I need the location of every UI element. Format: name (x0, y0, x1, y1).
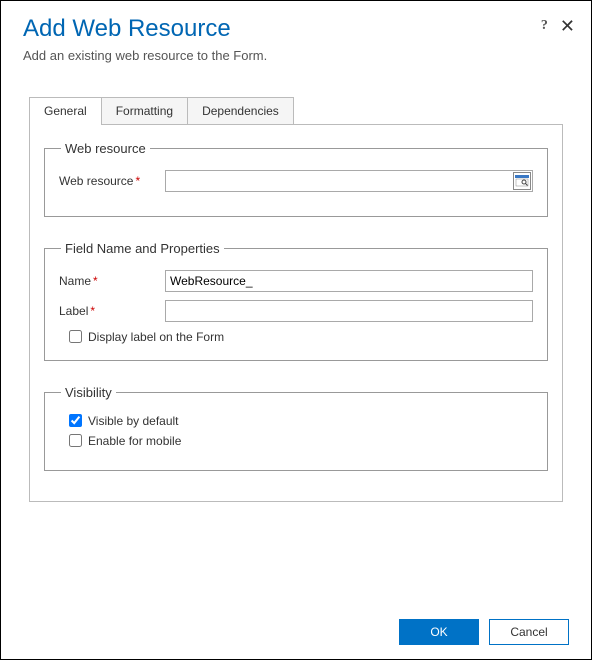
tab-panel-general: Web resource Web resource* (29, 125, 563, 502)
required-marker: * (90, 304, 95, 318)
dialog-subtitle: Add an existing web resource to the Form… (23, 48, 569, 63)
enable-mobile-text: Enable for mobile (88, 434, 181, 448)
section-web-resource: Web resource Web resource* (44, 141, 548, 217)
label-web-resource: Web resource* (59, 174, 159, 188)
enable-mobile-checkbox[interactable] (69, 434, 82, 447)
section-field-properties: Field Name and Properties Name* Label* D… (44, 241, 548, 361)
dialog-title: Add Web Resource (23, 15, 569, 44)
close-icon[interactable]: ✕ (560, 17, 575, 35)
display-label-checkbox[interactable] (69, 330, 82, 343)
required-marker: * (93, 274, 98, 288)
visible-default-checkbox[interactable] (69, 414, 82, 427)
help-icon[interactable]: ? (541, 18, 548, 34)
tab-dependencies[interactable]: Dependencies (187, 97, 294, 124)
lookup-icon[interactable] (513, 172, 531, 190)
ok-button[interactable]: OK (399, 619, 479, 645)
label-input[interactable] (165, 300, 533, 322)
tab-general[interactable]: General (29, 97, 102, 124)
legend-field-properties: Field Name and Properties (61, 241, 224, 256)
visible-default-text: Visible by default (88, 414, 179, 428)
tab-formatting[interactable]: Formatting (101, 97, 188, 124)
name-input[interactable] (165, 270, 533, 292)
legend-web-resource: Web resource (61, 141, 150, 156)
web-resource-lookup-input[interactable] (165, 170, 533, 192)
label-label: Label* (59, 304, 159, 318)
tab-bar: General Formatting Dependencies (29, 97, 563, 125)
legend-visibility: Visibility (61, 385, 116, 400)
cancel-button[interactable]: Cancel (489, 619, 569, 645)
label-name: Name* (59, 274, 159, 288)
section-visibility: Visibility Visible by default Enable for… (44, 385, 548, 471)
required-marker: * (135, 174, 140, 188)
display-label-text: Display label on the Form (88, 330, 224, 344)
